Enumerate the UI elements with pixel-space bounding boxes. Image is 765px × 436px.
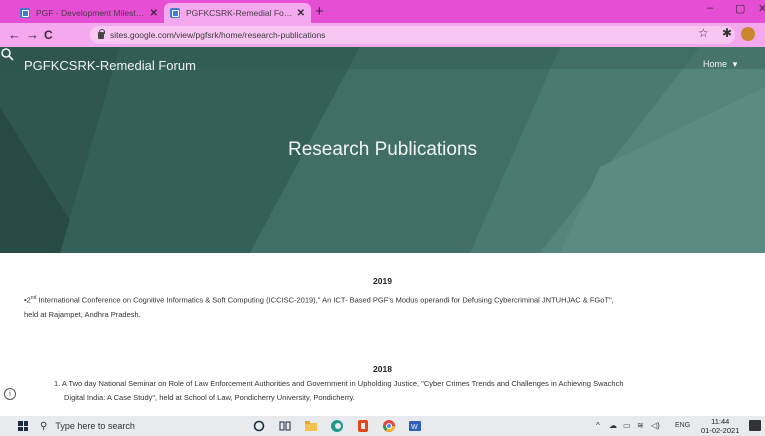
volume-icon[interactable]: ◁) [651,421,660,430]
close-tab-icon[interactable]: ✕ [297,8,305,19]
bookmark-star-icon[interactable]: ☆ [698,26,709,40]
chevron-down-icon: ▼ [731,59,739,69]
new-tab-button[interactable]: + [315,3,324,21]
minimize-button[interactable]: – [707,2,713,14]
info-icon[interactable]: i [4,388,16,400]
hero-banner: PGFKCSRK-Remedial Forum Home ▼ Research … [0,47,765,253]
search-icon[interactable] [0,47,14,63]
clock-time: 11:44 [711,417,730,426]
profile-avatar[interactable] [741,27,755,41]
publication-entry: 1. A Two day National Seminar on Role of… [54,377,624,405]
svg-text:W: W [411,424,418,431]
tab-development-milestones[interactable]: PGF - Development Milestones ✕ [14,3,164,23]
site-title[interactable]: PGFKCSRK-Remedial Forum [24,58,196,73]
wifi-icon[interactable]: ≋ [637,421,644,430]
word-icon[interactable]: W [408,419,422,433]
windows-start-icon[interactable] [18,421,28,431]
reload-icon[interactable]: C [44,27,53,43]
windows-taskbar: ⚲ Type here to search W ^ ☁ ▭ ≋ ◁) ENG 1… [0,416,765,436]
notification-icon[interactable] [749,420,761,431]
bullet-prefix: •2 [24,295,31,305]
browser-tab-bar: PGF - Development Milestones ✕ PGFKCSRK-… [0,0,765,23]
nav-home-label: Home [703,59,728,69]
tab-title: PGF - Development Milestones [36,8,146,18]
tab-remedial-forum[interactable]: PGFKCSRK-Remedial Forum - Re ✕ [164,3,311,23]
publication-location: held at Rajampet, Andhra Pradesh. [24,309,141,319]
lock-icon [98,28,105,39]
publication-location: Digital India: A Case Study", held at Sc… [64,393,355,402]
cortana-icon[interactable] [252,419,266,433]
edge-browser-icon[interactable] [330,419,344,433]
publication-entry: •2nd International Conference on Cogniti… [24,291,614,322]
clock-date: 01-02-2021 [701,426,740,435]
task-view-icon[interactable] [278,419,292,433]
publication-text: 1. A Two day National Seminar on Role of… [54,379,624,388]
forward-arrow-icon[interactable]: → [26,27,39,43]
back-arrow-icon[interactable]: ← [8,27,21,43]
nav-home[interactable]: Home ▼ [703,59,739,69]
url-field[interactable]: sites.google.com/view/pgfsrk/home/resear… [90,26,735,44]
year-heading: 2018 [373,364,392,374]
battery-icon[interactable]: ▭ [623,421,631,430]
address-toolbar: ← → C sites.google.com/view/pgfsrk/home/… [0,23,765,47]
taskbar-search-placeholder: Type here to search [55,421,135,431]
chrome-icon[interactable] [382,419,396,433]
language-indicator[interactable]: ENG [675,422,690,429]
url-text: sites.google.com/view/pgfsrk/home/resear… [110,30,326,40]
chevron-up-icon[interactable]: ^ [596,421,600,430]
publication-text: International Conference on Cognitive In… [36,295,614,305]
year-heading: 2019 [373,276,392,286]
maximize-button[interactable]: ▢ [735,2,745,15]
clock[interactable]: 11:44 01-02-2021 [701,417,739,435]
page-title: Research Publications [287,139,478,160]
sites-favicon-icon [20,8,30,18]
tab-title: PGFKCSRK-Remedial Forum - Re [186,8,293,18]
extension-pin-icon[interactable]: ✱ [722,26,732,40]
office-icon[interactable] [356,419,370,433]
close-window-button[interactable]: ✕ [758,2,765,15]
search-icon: ⚲ [40,420,48,432]
close-tab-icon[interactable]: ✕ [150,8,158,19]
file-explorer-icon[interactable] [304,419,318,433]
more-menu-icon[interactable]: ⋮ [760,25,765,39]
main-content: 2019 •2nd International Conference on Co… [0,253,765,416]
taskbar-search-box[interactable]: ⚲ Type here to search [40,416,240,436]
onedrive-icon[interactable]: ☁ [609,421,617,430]
sites-favicon-icon [170,8,180,18]
